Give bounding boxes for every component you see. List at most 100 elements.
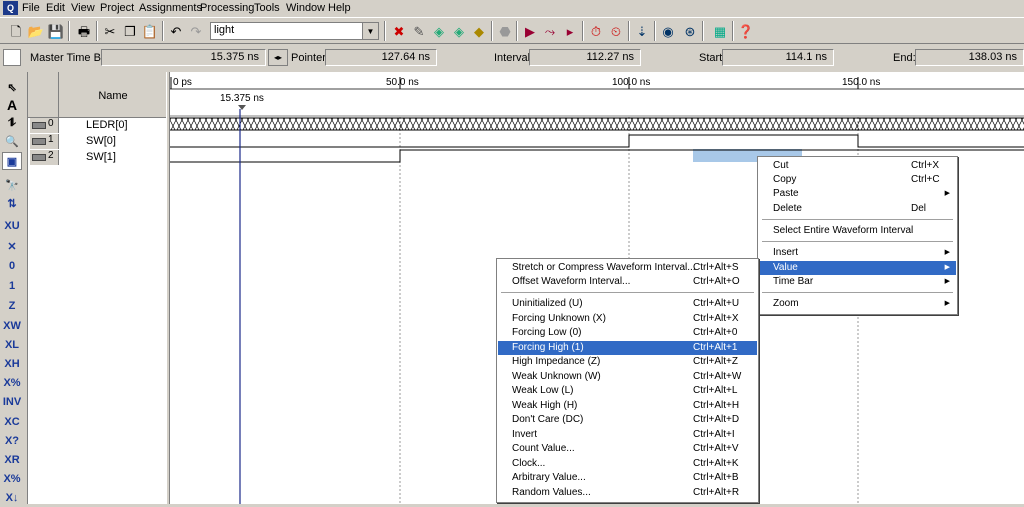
programmer-icon[interactable]: ⇣ [632,21,652,41]
fitter-icon[interactable]: ◈ [449,21,469,41]
undo-icon[interactable]: ↶ [166,21,186,41]
rtl-viewer-icon[interactable]: ▦ [710,21,730,41]
signal-row-sw1[interactable]: 2 SW[1] [28,150,167,165]
menu-view[interactable]: View [71,1,95,16]
signal-row-ledr0[interactable]: 0 LEDR[0] [28,118,167,133]
submenu-arrow-icon: ▶ [944,249,950,256]
menu-forcing-low[interactable]: Forcing Low (0) Ctrl+Alt+0 [498,326,757,340]
sw0-waveform [170,134,1024,148]
timer-icon[interactable]: ⏱ [586,21,606,41]
menu-file[interactable]: File [22,1,40,16]
replace-icon[interactable]: ⇅ [2,194,22,212]
menu-weak-unknown[interactable]: Weak Unknown (W) Ctrl+Alt+W [498,370,757,384]
time-bar-row: Master Time Bar: 15.375 ns ◂▸ Pointer: 1… [0,46,1024,69]
arbitrary-value-icon[interactable]: XR [2,451,22,469]
waveform-settings-icon[interactable] [3,49,21,66]
new-file-icon[interactable]: 🗋 [6,21,26,41]
menu-select-entire-interval[interactable]: Select Entire Waveform Interval [759,224,956,238]
stop-icon[interactable]: ⬣ [495,21,515,41]
open-icon[interactable]: 📂 [26,21,46,41]
high-impedance-icon[interactable]: Z [2,297,22,315]
menu-paste[interactable]: Paste ▶ [759,187,956,201]
zoom-tool-icon[interactable]: 🔍 [2,132,22,150]
full-screen-icon[interactable]: ▣ [2,152,22,170]
save-icon[interactable]: 💾 [46,21,66,41]
menu-cut[interactable]: Cut Ctrl+X [759,159,956,173]
signal-list-header: Name [28,72,167,118]
menu-time-bar[interactable]: Time Bar ▶ [759,275,956,289]
entity-combo[interactable]: light ▼ [210,22,379,40]
selection-tool-icon[interactable]: ⇖ [2,78,22,96]
forcing-high-icon[interactable]: 1 [2,277,22,295]
forcing-unknown-icon[interactable]: ✕ [2,237,22,255]
netlist-icon[interactable]: ⊛ [680,21,700,41]
quartus-app-icon[interactable]: Q [3,1,18,15]
chevron-down-icon[interactable]: ▼ [362,23,378,39]
clock-value-icon[interactable]: X? [2,432,22,450]
menu-count-value[interactable]: Count Value... Ctrl+Alt+V [498,442,757,456]
print-icon[interactable]: 🖶 [74,21,94,41]
time-bar-nav-arrows-icon[interactable]: ◂▸ [268,49,288,66]
menu-invert[interactable]: Invert Ctrl+Alt+I [498,428,757,442]
chip-planner-icon[interactable]: ◉ [658,21,678,41]
sort-icon[interactable]: X↓ [2,489,22,507]
ledr0-waveform [170,118,1024,130]
menu-copy[interactable]: Copy Ctrl+C [759,173,956,187]
random-value-icon[interactable]: X% [2,470,22,488]
name-column-header[interactable]: Name [59,90,167,102]
signal-row-sw0[interactable]: 1 SW[0] [28,134,167,149]
clock-icon[interactable]: ⏲ [606,21,626,41]
weak-low-icon[interactable]: XL [2,336,22,354]
menu-project[interactable]: Project [100,1,134,16]
menu-weak-high[interactable]: Weak High (H) Ctrl+Alt+H [498,399,757,413]
menu-dont-care[interactable]: Don't Care (DC) Ctrl+Alt+D [498,413,757,427]
paste-icon[interactable]: 📋 [140,21,160,41]
menu-random-values[interactable]: Random Values... Ctrl+Alt+R [498,486,757,500]
menu-tools[interactable]: Tools [254,1,280,16]
uninitialized-value-icon[interactable]: XU [2,217,22,235]
menu-insert[interactable]: Insert ▶ [759,246,956,260]
menu-high-impedance[interactable]: High Impedance (Z) Ctrl+Alt+Z [498,355,757,369]
timing-analysis-icon[interactable]: ▸ [560,21,580,41]
menu-assignments[interactable]: Assignments [139,1,202,16]
forcing-low-icon[interactable]: 0 [2,257,22,275]
menu-window[interactable]: Window [286,1,325,16]
cut-icon[interactable]: ✂ [100,21,120,41]
dont-care-icon[interactable]: INV [2,393,22,411]
menu-help[interactable]: Help [328,1,351,16]
submenu-arrow-icon: ▶ [944,278,950,285]
invert-icon[interactable]: X% [2,374,22,392]
menu-delete[interactable]: Delete Del [759,202,956,216]
analysis-icon[interactable]: ✎ [409,21,429,41]
weak-high-icon[interactable]: XH [2,355,22,373]
menu-uninitialized[interactable]: Uninitialized (U) Ctrl+Alt+U [498,297,757,311]
menu-clock[interactable]: Clock... Ctrl+Alt+K [498,457,757,471]
start-icon[interactable]: ▶ [520,21,540,41]
synthesis-icon[interactable]: ◈ [429,21,449,41]
copy-icon[interactable]: ❐ [120,21,140,41]
submenu-arrow-icon: ▶ [944,264,950,271]
find-icon[interactable]: 🔭 [2,176,22,194]
menu-zoom[interactable]: Zoom ▶ [759,297,956,311]
waveform-editing-tool-icon[interactable]: ⥮ [2,114,22,132]
weak-unknown-icon[interactable]: XW [2,317,22,335]
start-analysis-icon[interactable]: ⤳ [540,21,560,41]
menu-forcing-high[interactable]: Forcing High (1) Ctrl+Alt+1 [498,341,757,355]
menu-weak-low[interactable]: Weak Low (L) Ctrl+Alt+L [498,384,757,398]
menu-edit[interactable]: Edit [46,1,65,16]
toolbar: 🗋 📂 💾 🖶 ✂ ❐ 📋 ↶ ↷ light ▼ ✖ ✎ ◈ ◈ ◆ ⬣ ▶ … [0,17,1024,44]
menu-stretch-compress[interactable]: Stretch or Compress Waveform Interval...… [498,261,757,275]
assembler-icon[interactable]: ◆ [469,21,489,41]
master-time-bar-field[interactable]: 15.375 ns [101,49,266,66]
value-submenu: Stretch or Compress Waveform Interval...… [496,258,759,503]
redo-icon[interactable]: ↷ [186,21,206,41]
menu-forcing-unknown[interactable]: Forcing Unknown (X) Ctrl+Alt+X [498,312,757,326]
menu-arbitrary-value[interactable]: Arbitrary Value... Ctrl+Alt+B [498,471,757,485]
count-value-icon[interactable]: XC [2,413,22,431]
menu-value[interactable]: Value ▶ [759,261,956,275]
text-tool-icon[interactable]: A [2,96,22,114]
compilation-icon[interactable]: ✖ [389,21,409,41]
help-icon[interactable]: ❓ [736,21,756,41]
menu-offset-waveform[interactable]: Offset Waveform Interval... Ctrl+Alt+O [498,275,757,289]
menu-processing[interactable]: Processing [200,1,254,16]
